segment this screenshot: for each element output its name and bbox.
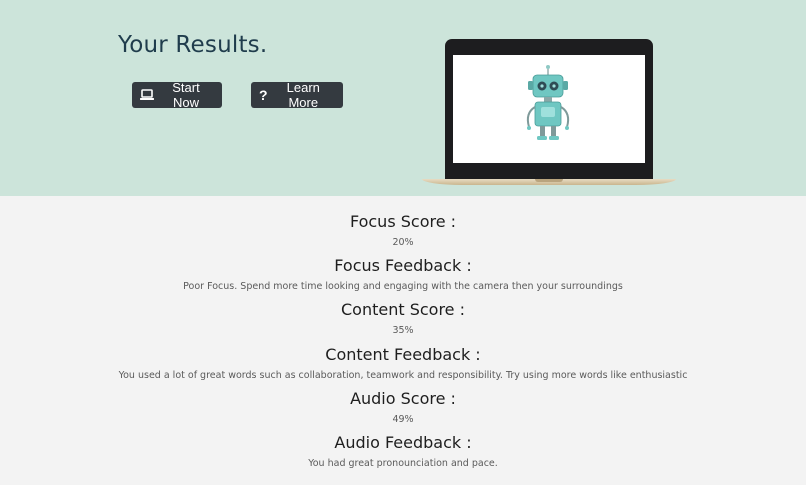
laptop-illustration	[420, 39, 678, 187]
question-icon: ?	[259, 87, 268, 103]
content-feedback-heading: Content Feedback :	[325, 345, 481, 364]
focus-feedback-heading: Focus Feedback :	[334, 256, 472, 275]
start-now-label: Start Now	[172, 80, 200, 110]
learn-more-label: Learn More	[286, 80, 320, 110]
content-score-value: 35%	[392, 325, 414, 336]
focus-score-heading: Focus Score :	[349, 212, 457, 231]
laptop-screen	[453, 55, 645, 163]
laptop-icon	[140, 89, 154, 101]
content-feedback-text: You used a lot of great words such as co…	[118, 370, 688, 381]
robot-illustration	[526, 65, 570, 140]
audio-score-heading: Audio Score :	[350, 389, 456, 408]
focus-feedback-text: Poor Focus. Spend more time looking and …	[183, 281, 623, 292]
page-title: Your Results.	[118, 32, 268, 58]
laptop-notch	[535, 179, 563, 182]
results-section: Focus Score : 20% Focus Feedback : Poor …	[0, 196, 806, 485]
audio-feedback-heading: Audio Feedback :	[334, 433, 472, 452]
audio-score-value: 49%	[392, 414, 414, 425]
audio-feedback-text: You had great pronounciation and pace.	[308, 458, 498, 469]
focus-score-value: 20%	[392, 237, 414, 248]
hero-section: Your Results. Start Now ? Learn More	[0, 0, 806, 196]
start-now-button[interactable]: Start Now	[132, 80, 222, 110]
learn-more-button[interactable]: ? Learn More	[251, 80, 343, 110]
content-score-heading: Content Score :	[340, 300, 465, 319]
